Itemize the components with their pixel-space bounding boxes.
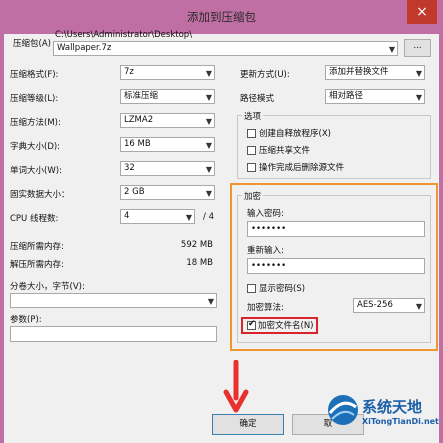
level-value: 标准压缩 xyxy=(124,91,159,101)
update-mode-value: 添加并替换文件 xyxy=(329,67,389,77)
solid-value: 2 GB xyxy=(124,187,145,197)
mem-decompress-label: 解压所需内存: xyxy=(10,260,64,270)
dict-value: 16 MB xyxy=(124,139,151,149)
level-label: 压缩等级(L): xyxy=(10,94,59,104)
reenter-label: 重新输入: xyxy=(247,246,284,256)
solid-select[interactable]: 2 GB ▼ xyxy=(120,185,215,200)
encrypt-names-label: 加密文件名(N) xyxy=(258,321,314,331)
archive-path: C:\Users\Administrator\Desktop\ xyxy=(55,30,193,40)
chevron-down-icon: ▼ xyxy=(415,302,422,311)
sfx-label: 创建自释放程序(X) xyxy=(259,129,331,139)
threads-select[interactable]: 4 ▼ xyxy=(120,209,195,224)
word-value: 32 xyxy=(124,163,135,173)
chevron-down-icon: ▼ xyxy=(415,69,422,78)
mem-compress-label: 压缩所需内存: xyxy=(10,242,64,252)
params-label: 参数(P): xyxy=(10,315,42,325)
chevron-down-icon: ▼ xyxy=(205,69,212,78)
window-title: 添加到压缩包 xyxy=(187,10,256,24)
chevron-down-icon: ▼ xyxy=(207,297,214,306)
threads-total: / 4 xyxy=(203,212,214,222)
format-label: 压缩格式(F): xyxy=(10,70,59,80)
sfx-checkbox[interactable] xyxy=(247,129,256,138)
options-title: 选项 xyxy=(242,110,264,122)
browse-button[interactable]: ... xyxy=(404,39,431,57)
password-input[interactable]: ••••••• xyxy=(247,221,425,237)
encryption-title: 加密 xyxy=(242,190,264,202)
watermark-logo-icon xyxy=(328,395,358,425)
format-value: 7z xyxy=(124,67,134,77)
split-combo[interactable]: ▼ xyxy=(10,293,217,308)
chevron-down-icon: ▼ xyxy=(205,189,212,198)
window-frame-right xyxy=(439,34,443,443)
chevron-down-icon: ▼ xyxy=(185,213,192,222)
chevron-down-icon[interactable]: ▼ xyxy=(389,43,395,55)
reenter-input[interactable]: ••••••• xyxy=(247,258,425,274)
show-password-label: 显示密码(S) xyxy=(259,284,306,294)
chevron-down-icon: ▼ xyxy=(415,93,422,102)
chevron-down-icon: ▼ xyxy=(205,141,212,150)
mem-decompress-value: 18 MB xyxy=(186,258,213,268)
delete-after-checkbox[interactable] xyxy=(247,163,256,172)
watermark-url: XiTongTianDi.net xyxy=(362,417,439,426)
dict-select[interactable]: 16 MB ▼ xyxy=(120,137,215,152)
enc-method-label: 加密算法: xyxy=(247,303,284,313)
level-select[interactable]: 标准压缩 ▼ xyxy=(120,89,215,104)
path-mode-label: 路径模式 xyxy=(240,94,275,104)
threads-value: 4 xyxy=(124,211,130,221)
shared-label: 压缩共享文件 xyxy=(259,146,311,156)
solid-label: 固实数据大小： xyxy=(10,190,70,200)
encrypt-names-checkbox[interactable] xyxy=(247,319,256,330)
chevron-down-icon: ▼ xyxy=(205,93,212,102)
chevron-down-icon: ▼ xyxy=(205,165,212,174)
threads-label: CPU 线程数: xyxy=(10,214,59,224)
archive-filename: Wallpaper.7z xyxy=(57,43,112,53)
delete-after-label: 操作完成后删除源文件 xyxy=(259,163,345,173)
shared-checkbox[interactable] xyxy=(247,146,256,155)
update-mode-select[interactable]: 添加并替换文件 ▼ xyxy=(325,65,425,80)
watermark-text: 系统天地 xyxy=(362,398,423,416)
show-password-checkbox[interactable] xyxy=(247,284,256,293)
close-button[interactable]: × xyxy=(407,0,437,24)
method-select[interactable]: LZMA2 ▼ xyxy=(120,113,215,128)
method-value: LZMA2 xyxy=(124,115,154,125)
mem-compress-value: 592 MB xyxy=(180,240,213,250)
archive-filename-combo[interactable]: Wallpaper.7z ▼ xyxy=(53,41,398,56)
word-label: 单词大小(W): xyxy=(10,166,62,176)
word-select[interactable]: 32 ▼ xyxy=(120,161,215,176)
archive-label: 压缩包(A) xyxy=(13,39,51,49)
password-label: 输入密码: xyxy=(247,209,284,219)
method-label: 压缩方法(M): xyxy=(10,118,61,128)
path-mode-select[interactable]: 相对路径 ▼ xyxy=(325,89,425,104)
enc-method-value: AES-256 xyxy=(357,300,393,310)
params-input[interactable] xyxy=(10,326,217,342)
update-mode-label: 更新方式(U): xyxy=(240,70,290,80)
window-frame-left xyxy=(0,34,4,443)
ok-button[interactable]: 确定 xyxy=(212,414,284,435)
red-arrow-icon xyxy=(223,360,249,413)
enc-method-select[interactable]: AES-256 ▼ xyxy=(353,298,425,313)
split-label: 分卷大小，字节(V): xyxy=(10,282,85,292)
chevron-down-icon: ▼ xyxy=(205,117,212,126)
format-select[interactable]: 7z ▼ xyxy=(120,65,215,80)
dict-label: 字典大小(D): xyxy=(10,142,61,152)
path-mode-value: 相对路径 xyxy=(329,91,364,101)
